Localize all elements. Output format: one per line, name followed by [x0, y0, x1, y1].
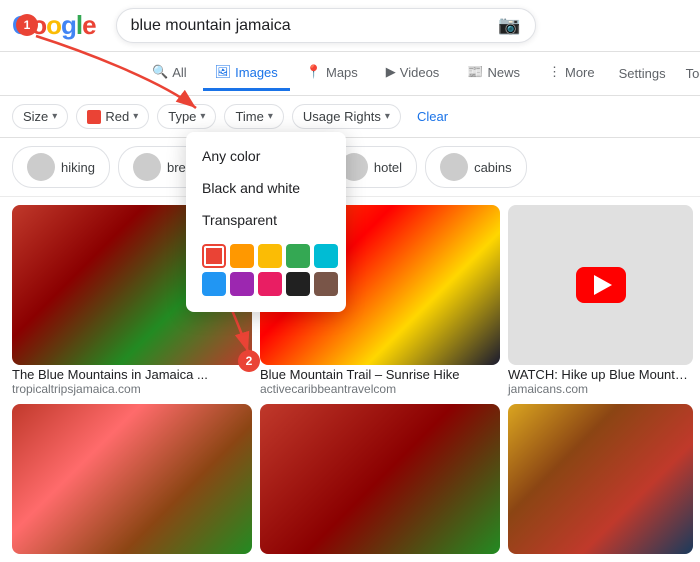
clear-button[interactable]: Clear	[409, 105, 456, 128]
image-caption-3: WATCH: Hike up Blue Mountain, Jamaica	[508, 367, 693, 382]
image-source-2: activecaribbeantravelcom	[260, 382, 500, 396]
tab-more[interactable]: ⋮ More	[536, 56, 607, 91]
swatch-yellow[interactable]	[258, 244, 282, 268]
image-column-3: WATCH: Hike up Blue Mountain, Jamaica ja…	[508, 205, 693, 554]
search-input[interactable]	[131, 17, 491, 35]
chevron-down-icon: ▾	[268, 111, 273, 122]
tab-maps[interactable]: 📍 Maps	[294, 56, 370, 91]
color-option-transparent[interactable]: Transparent	[186, 204, 346, 236]
image-card-6[interactable]	[508, 404, 693, 554]
play-triangle	[594, 275, 612, 295]
nav-tabs: 🔍 All 🖼 Images 📍 Maps ▶ Videos 📰 News ⋮ …	[0, 52, 700, 96]
tools-tab[interactable]: Too...	[678, 58, 700, 89]
tab-all[interactable]: 🔍 All	[140, 56, 199, 91]
images-icon: 🖼	[215, 64, 232, 80]
suggestion-cabins[interactable]: cabins	[425, 146, 527, 188]
color-swatch-red	[87, 110, 101, 124]
swatch-red[interactable]	[202, 244, 226, 268]
suggestion-hiking[interactable]: hiking	[12, 146, 110, 188]
annotation-circle-2: 2	[238, 350, 260, 372]
color-option-bw[interactable]: Black and white	[186, 172, 346, 204]
color-filter[interactable]: Red ▾	[76, 104, 149, 129]
color-dropdown: Any color Black and white Transparent	[186, 132, 346, 312]
image-caption-2: Blue Mountain Trail – Sunrise Hike	[260, 367, 500, 382]
suggestions-row: hiking break snow hotel cabins	[0, 138, 700, 197]
annotation-1: 1	[16, 14, 38, 36]
chevron-down-icon: ▾	[133, 111, 138, 122]
image-thumbnail-6	[508, 404, 693, 554]
swatch-green[interactable]	[286, 244, 310, 268]
image-thumbnail-4	[12, 404, 252, 554]
more-icon: ⋮	[548, 64, 561, 80]
image-card-4[interactable]	[12, 404, 252, 554]
usage-rights-filter[interactable]: Usage Rights ▾	[292, 104, 401, 129]
tab-news[interactable]: 📰 News	[455, 56, 532, 91]
type-filter[interactable]: Type ▾	[157, 104, 216, 129]
search-icon: 🔍	[152, 64, 168, 80]
image-caption-1: The Blue Mountains in Jamaica ...	[12, 367, 252, 382]
swatch-teal[interactable]	[314, 244, 338, 268]
search-bar[interactable]: 📷	[116, 8, 536, 43]
youtube-play-icon	[576, 267, 626, 303]
suggestion-thumb	[440, 153, 468, 181]
suggestion-thumb	[27, 153, 55, 181]
swatch-black[interactable]	[286, 272, 310, 296]
suggestion-thumb	[133, 153, 161, 181]
tab-videos[interactable]: ▶ Videos	[374, 56, 452, 91]
news-icon: 📰	[467, 64, 483, 80]
maps-icon: 📍	[306, 64, 322, 80]
chevron-down-icon: ▾	[200, 111, 205, 122]
time-filter[interactable]: Time ▾	[224, 104, 283, 129]
image-source-1: tropicaltripsjamaica.com	[12, 382, 252, 396]
chevron-down-icon: ▾	[385, 111, 390, 122]
annotation-circle-1: 1	[16, 14, 38, 36]
settings-tab[interactable]: Settings	[611, 58, 674, 89]
swatch-brown[interactable]	[314, 272, 338, 296]
camera-icon[interactable]: 📷	[498, 15, 520, 36]
color-swatches	[186, 236, 346, 304]
swatch-pink[interactable]	[258, 272, 282, 296]
image-thumbnail-5	[260, 404, 500, 554]
swatch-orange[interactable]	[230, 244, 254, 268]
header: Google 📷	[0, 0, 700, 52]
image-source-3: jamaicans.com	[508, 382, 693, 396]
chevron-down-icon: ▾	[52, 111, 57, 122]
annotation-2: 2	[238, 350, 260, 372]
size-filter[interactable]: Size ▾	[12, 104, 68, 129]
swatch-blue[interactable]	[202, 272, 226, 296]
image-grid: The Blue Mountains in Jamaica ... tropic…	[0, 197, 700, 562]
swatch-purple[interactable]	[230, 272, 254, 296]
tab-images[interactable]: 🖼 Images	[203, 56, 290, 91]
image-card-3[interactable]: WATCH: Hike up Blue Mountain, Jamaica ja…	[508, 205, 693, 396]
image-card-5[interactable]	[260, 404, 500, 554]
filter-bar: Size ▾ Red ▾ Type ▾ Time ▾ Usage Rights …	[0, 96, 700, 138]
videos-icon: ▶	[386, 64, 396, 80]
color-option-any[interactable]: Any color	[186, 140, 346, 172]
image-thumbnail-3	[508, 205, 693, 365]
